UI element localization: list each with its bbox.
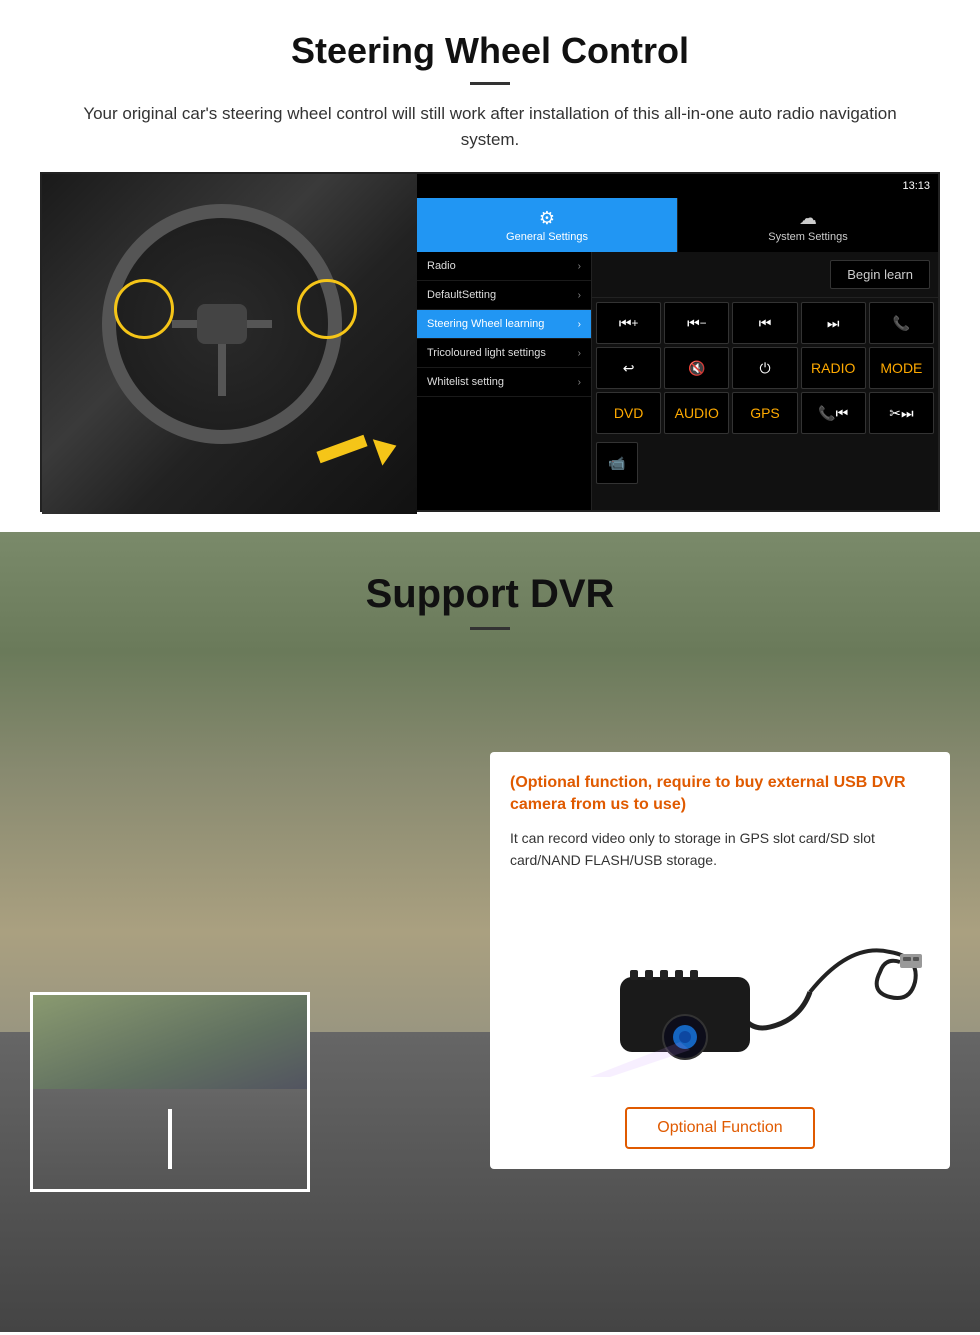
wifi-icon: ☁	[799, 208, 817, 229]
inset-road	[33, 1089, 307, 1189]
chevron-right-icon: ›	[578, 261, 581, 272]
steering-center	[197, 304, 247, 344]
ctrl-dvd[interactable]: DVD	[596, 392, 661, 434]
arrow-head	[373, 432, 401, 465]
ctrl-radio[interactable]: RADIO	[801, 347, 866, 389]
ctrl-back[interactable]: ↩	[596, 347, 661, 389]
settings-body: Radio › DefaultSetting › Steering Wheel …	[417, 252, 938, 510]
ctrl-mute[interactable]: 🔇	[664, 347, 729, 389]
ctrl-audio[interactable]: AUDIO	[664, 392, 729, 434]
ctrl-prev-track[interactable]: ⏮	[732, 302, 797, 344]
control-buttons-grid: ⏮+ ⏮− ⏮ ⏭ 📞 ↩ 🔇 ⏻ RADIO MODE DVD AUDIO G…	[592, 298, 938, 438]
dvr-inset-screenshot	[30, 992, 310, 1192]
ctrl-mode[interactable]: MODE	[869, 347, 934, 389]
dvr-section: Support DVR (Optional function, require …	[0, 532, 980, 1332]
menu-whitelist-label: Whitelist setting	[427, 376, 504, 388]
tab-system-settings[interactable]: ☁ System Settings	[677, 198, 938, 252]
status-bar: 13:13	[417, 174, 938, 198]
dvr-camera-svg	[510, 902, 930, 1082]
menu-item-whitelist[interactable]: Whitelist setting ›	[417, 368, 591, 397]
tab-general-label: General Settings	[506, 231, 588, 243]
begin-learn-button[interactable]: Begin learn	[830, 260, 930, 289]
menu-item-radio[interactable]: Radio ›	[417, 252, 591, 281]
settings-tabs[interactable]: ⚙ General Settings ☁ System Settings	[417, 198, 938, 252]
steering-title: Steering Wheel Control	[40, 30, 940, 72]
ctrl-vol-up[interactable]: ⏮+	[596, 302, 661, 344]
tab-system-label: System Settings	[768, 231, 847, 243]
ctrl-phone[interactable]: 📞	[869, 302, 934, 344]
ctrl-next-track[interactable]: ⏭	[801, 302, 866, 344]
menu-item-default[interactable]: DefaultSetting ›	[417, 281, 591, 310]
steering-section: Steering Wheel Control Your original car…	[0, 0, 980, 532]
inset-road-line	[168, 1109, 172, 1169]
arrow-body	[316, 435, 367, 463]
dvr-camera-image	[510, 892, 930, 1092]
ctrl-vol-down[interactable]: ⏮−	[664, 302, 729, 344]
optional-function-button[interactable]: Optional Function	[625, 1107, 814, 1149]
settings-content-panel: Begin learn ⏮+ ⏮− ⏮ ⏭ 📞 ↩ 🔇 ⏻ RADIO MODE	[592, 252, 938, 510]
dvr-divider	[470, 627, 510, 630]
menu-item-steering-wheel[interactable]: Steering Wheel learning ›	[417, 310, 591, 339]
gear-icon: ⚙	[539, 208, 555, 229]
ctrl-gps[interactable]: GPS	[732, 392, 797, 434]
menu-radio-label: Radio	[427, 260, 456, 272]
dvr-optional-text: (Optional function, require to buy exter…	[510, 772, 930, 817]
steering-photo	[42, 174, 417, 514]
ctrl-phone-prev[interactable]: 📞⏮	[801, 392, 866, 434]
status-time: 13:13	[902, 180, 930, 192]
extra-button-row: 📹	[592, 438, 938, 488]
dvr-desc-text: It can record video only to storage in G…	[510, 827, 930, 872]
highlight-circle-right	[297, 279, 357, 339]
menu-steering-label: Steering Wheel learning	[427, 318, 544, 330]
chevron-right-icon: ›	[578, 377, 581, 388]
dvr-title-area: Support DVR	[0, 532, 980, 660]
begin-learn-row: Begin learn	[592, 252, 938, 298]
chevron-right-icon: ›	[578, 319, 581, 330]
steering-description: Your original car's steering wheel contr…	[60, 101, 920, 152]
dvr-info-card: (Optional function, require to buy exter…	[490, 752, 950, 1169]
indicator-arrow	[317, 424, 397, 474]
dvr-title: Support DVR	[0, 572, 980, 617]
settings-menu: Radio › DefaultSetting › Steering Wheel …	[417, 252, 592, 510]
ctrl-cut-next[interactable]: ✂⏭	[869, 392, 934, 434]
android-mockup: 13:13 ⚙ General Settings ☁ System Settin…	[40, 172, 940, 512]
ctrl-power[interactable]: ⏻	[732, 347, 797, 389]
ctrl-extra[interactable]: 📹	[596, 442, 638, 484]
chevron-right-icon: ›	[578, 348, 581, 359]
title-divider	[470, 82, 510, 85]
android-settings-panel: 13:13 ⚙ General Settings ☁ System Settin…	[417, 174, 938, 510]
menu-default-label: DefaultSetting	[427, 289, 496, 301]
menu-tricolour-label: Tricoloured light settings	[427, 347, 546, 359]
tab-general-settings[interactable]: ⚙ General Settings	[417, 198, 677, 252]
menu-item-tricolour[interactable]: Tricoloured light settings ›	[417, 339, 591, 368]
chevron-right-icon: ›	[578, 290, 581, 301]
highlight-circle-left	[114, 279, 174, 339]
